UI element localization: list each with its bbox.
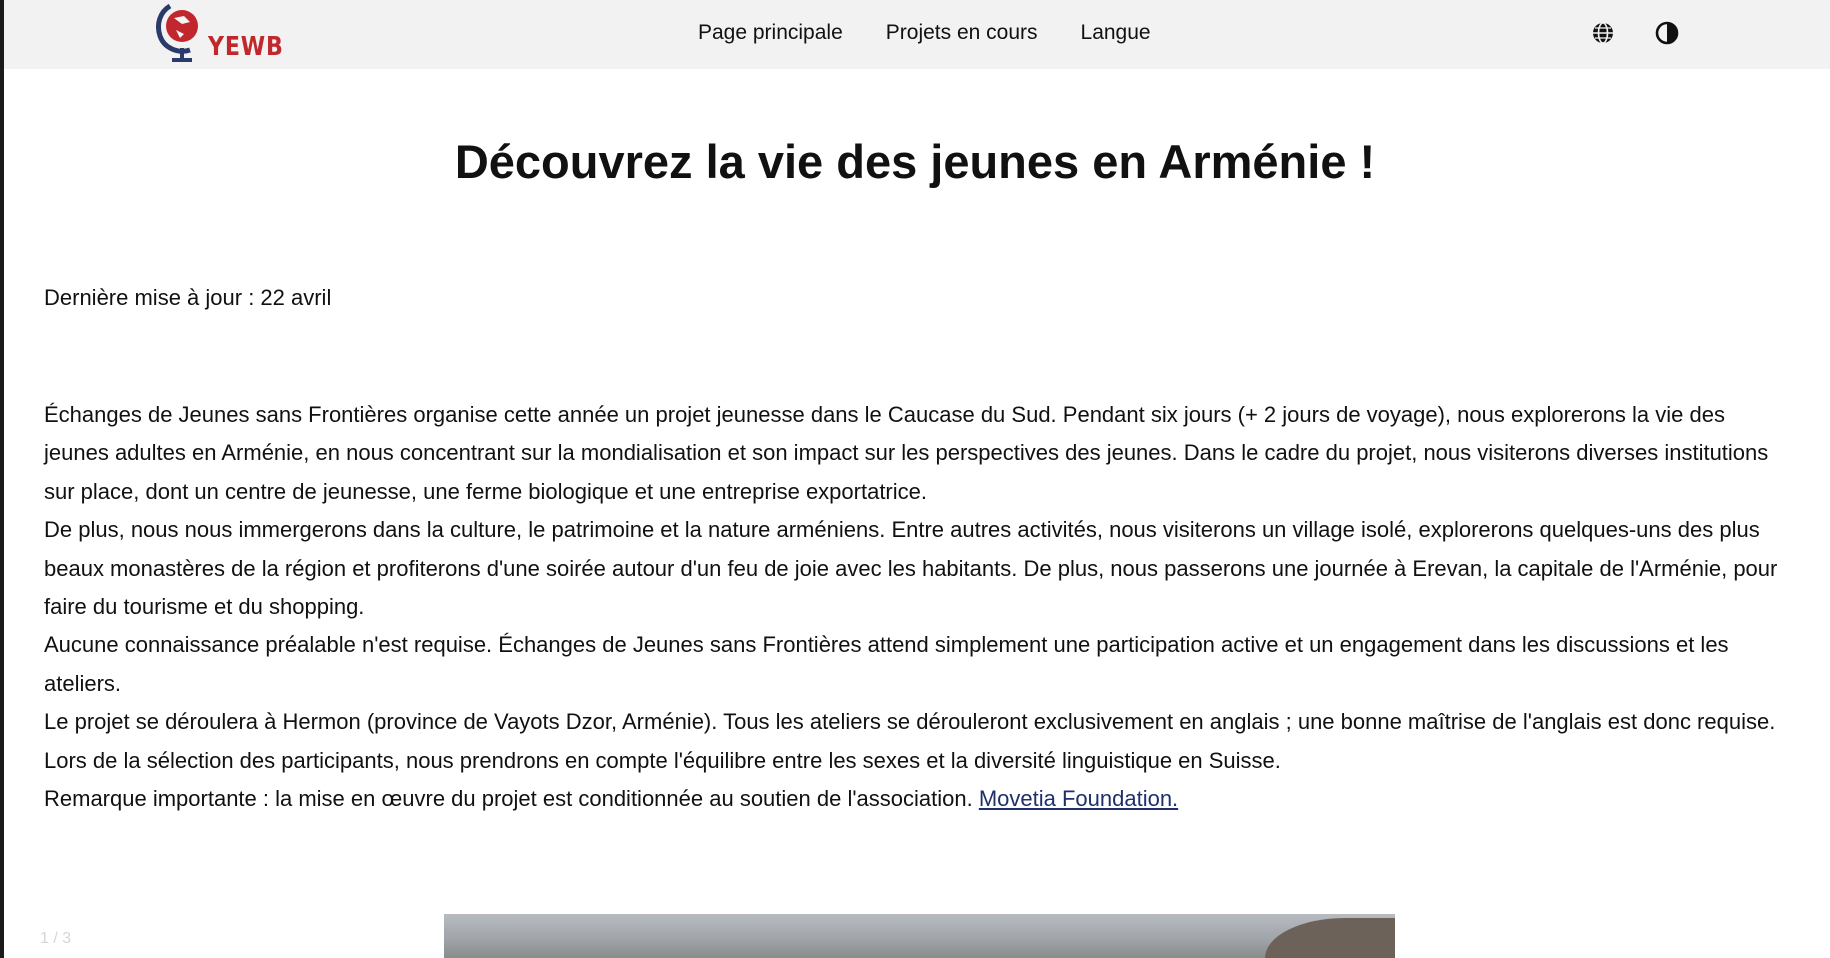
nav-link-home[interactable]: Page principale (698, 18, 843, 48)
paragraph: De plus, nous nous immergerons dans la c… (44, 517, 1778, 620)
movetia-foundation-link[interactable]: Movetia Foundation. (979, 786, 1178, 811)
carousel-image[interactable] (444, 914, 1395, 958)
logo-text: YEWB (208, 32, 284, 62)
navbar: YEWB Page principale Projets en cours La… (4, 0, 1830, 69)
paragraph: Échanges de Jeunes sans Frontières organ… (44, 402, 1769, 504)
carousel-counter: 1 / 3 (40, 930, 72, 947)
project-description: Échanges de Jeunes sans Frontières organ… (44, 396, 1790, 818)
main-nav: Page principale Projets en cours Langue (698, 18, 1151, 48)
last-update-text: Dernière mise à jour : 22 avril (44, 285, 332, 310)
important-remark: Remarque importante : la mise en œuvre d… (44, 780, 1790, 818)
page-title: Découvrez la vie des jeunes en Arménie ! (454, 135, 1376, 188)
theme-toggle-button[interactable] (1654, 20, 1680, 46)
nav-link-current-projects[interactable]: Projets en cours (886, 18, 1038, 48)
nav-link-language[interactable]: Langue (1081, 18, 1151, 48)
image-hill (1265, 918, 1395, 958)
contrast-icon (1655, 21, 1679, 45)
yewb-logo[interactable]: YEWB (152, 2, 284, 66)
remark-text: Remarque importante : la mise en œuvre d… (44, 786, 979, 812)
globe-logo-icon (155, 3, 198, 62)
globe-icon (1593, 22, 1613, 44)
paragraph: Le projet se déroulera à Hermon (provinc… (44, 709, 1776, 773)
language-button[interactable] (1590, 20, 1616, 46)
paragraph: Aucune connaissance préalable n'est requ… (44, 632, 1729, 696)
